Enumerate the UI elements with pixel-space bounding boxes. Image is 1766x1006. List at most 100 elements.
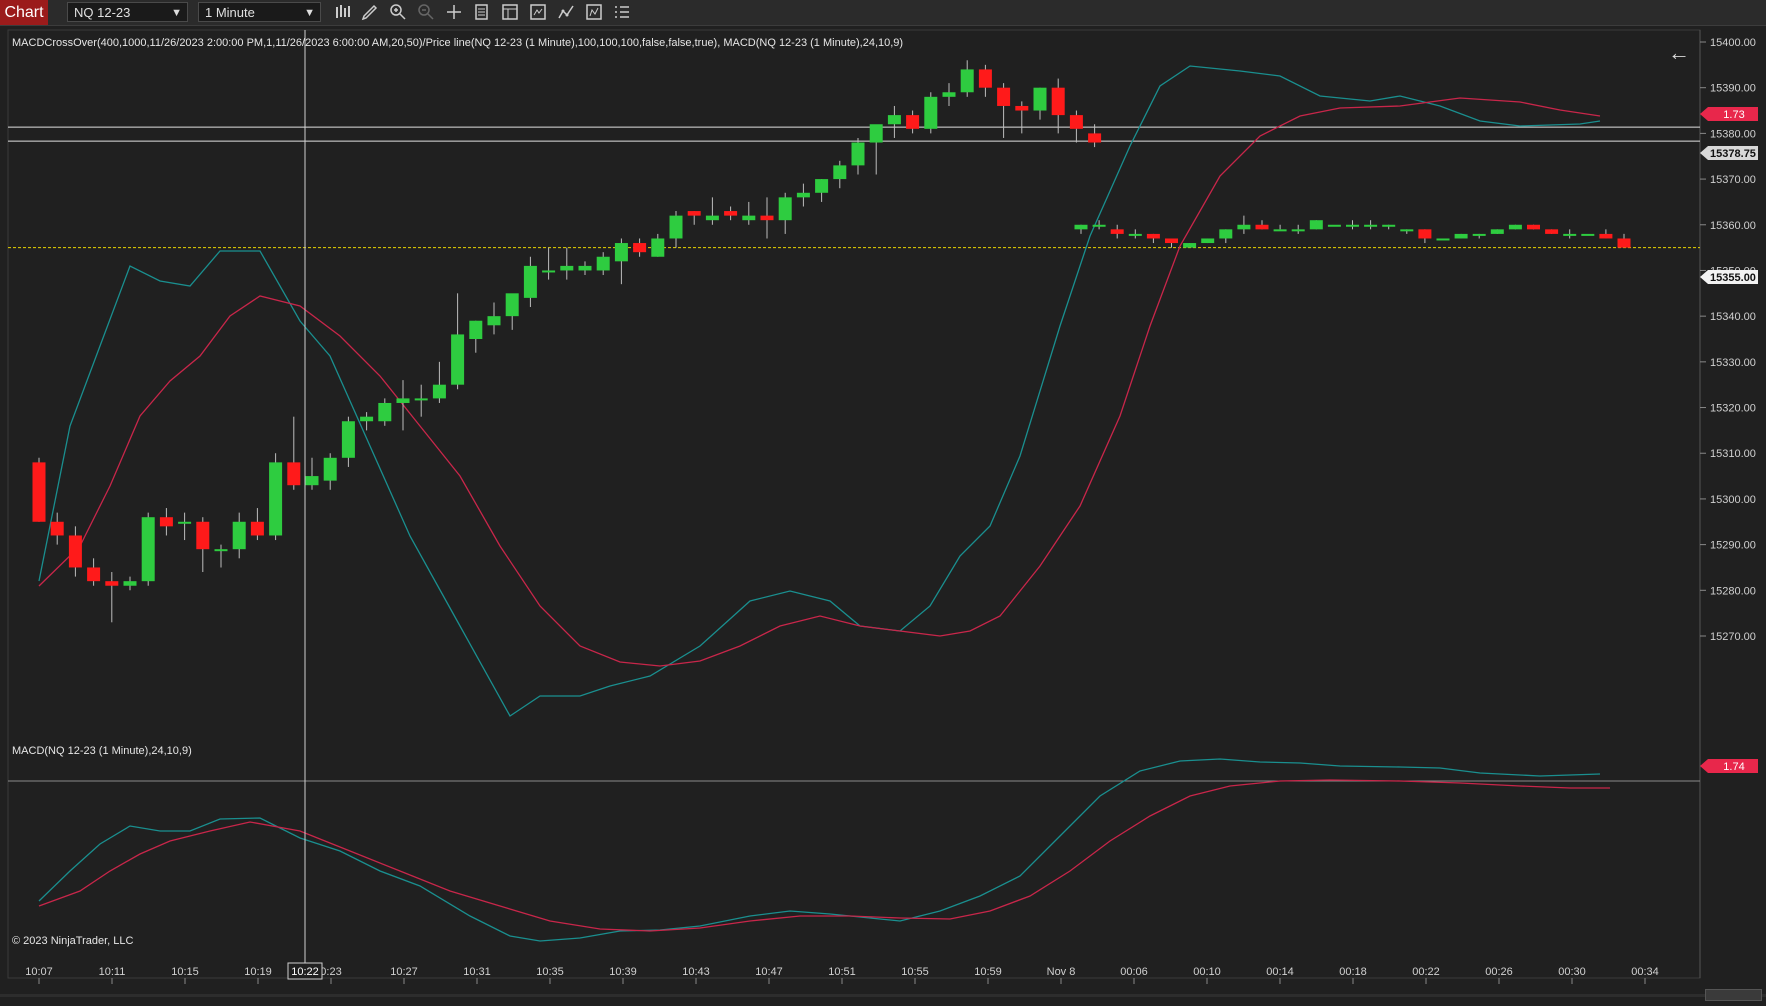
candle-body — [68, 535, 82, 568]
data-series-icon[interactable] — [472, 2, 492, 22]
candle-body — [1309, 220, 1323, 230]
chart-frame — [7, 29, 1701, 979]
candle-body — [1346, 224, 1359, 227]
more-icon[interactable] — [612, 2, 632, 22]
candle-body — [1527, 224, 1540, 230]
x-tick-label: 00:10 — [1193, 966, 1221, 978]
candle-body — [1237, 224, 1251, 230]
candle-body — [341, 421, 355, 458]
candle-body — [1382, 224, 1396, 227]
x-tick-label: 10:39 — [609, 966, 637, 978]
candle-body — [1051, 87, 1065, 116]
y-tick-label: 15320.00 — [1710, 403, 1756, 415]
scroll-right-icon[interactable] — [1756, 989, 1764, 999]
candle-body — [906, 115, 920, 129]
interval-selector[interactable]: 1 Minute ▼ — [198, 2, 321, 22]
chevron-down-icon: ▼ — [304, 7, 315, 19]
crosshair-icon[interactable] — [444, 2, 464, 22]
zoom-out-icon[interactable] — [416, 2, 436, 22]
candle-body — [1201, 238, 1215, 244]
scrollbar-track[interactable] — [0, 994, 1766, 997]
scroll-left-icon[interactable] — [0, 989, 8, 999]
candle-body — [1165, 238, 1178, 244]
x-tick-label: 10:11 — [99, 966, 126, 978]
x-tick-label: 10:07 — [25, 966, 53, 978]
scrollbar-thumb[interactable] — [1705, 989, 1762, 1001]
candle-body — [1617, 238, 1631, 248]
strategies-icon[interactable] — [556, 2, 576, 22]
copyright-text: © 2023 NinjaTrader, LLC — [12, 935, 133, 947]
candle-body — [396, 398, 410, 403]
macd-line-main — [38, 65, 1601, 717]
candle-body — [287, 462, 301, 486]
candle-body — [1183, 243, 1197, 248]
candle-body — [705, 215, 719, 221]
candle-body — [1418, 229, 1432, 239]
candle-body — [1454, 233, 1468, 239]
candle-body — [869, 124, 883, 143]
candle-body — [742, 215, 756, 221]
candle-body — [269, 462, 283, 536]
draw-pencil-icon[interactable] — [360, 2, 380, 22]
macd-value-badge: 1.73 — [1700, 107, 1758, 121]
candle-body — [960, 69, 974, 93]
bar-type-icon[interactable] — [333, 2, 353, 22]
candle-body — [1074, 224, 1088, 230]
candle-body — [942, 92, 956, 97]
candle-body — [1545, 229, 1559, 234]
candle-body — [1088, 133, 1102, 143]
y-tick-label: 15290.00 — [1710, 540, 1756, 552]
templates-icon[interactable] — [500, 2, 520, 22]
macd-line-sub — [38, 758, 1601, 942]
candle-body — [1327, 224, 1341, 227]
candle-body — [360, 416, 374, 422]
y-tick-label: 15270.00 — [1710, 631, 1756, 643]
candle-body — [997, 87, 1011, 106]
main-indicator-label: MACDCrossOver(400,1000,11/26/2023 2:00:0… — [12, 37, 903, 49]
horizontal-scrollbar[interactable] — [0, 985, 1766, 1006]
candle-body — [232, 521, 246, 550]
signal-line-sub — [38, 779, 1610, 932]
candle-body — [196, 521, 210, 550]
candle-body — [178, 521, 192, 524]
candle-body — [469, 320, 483, 339]
macd-panel-label: MACD(NQ 12-23 (1 Minute),24,10,9) — [12, 745, 192, 757]
properties-icon[interactable] — [528, 2, 548, 22]
candle-body — [560, 265, 574, 271]
zoom-in-icon[interactable] — [388, 2, 408, 22]
indicators-icon[interactable] — [584, 2, 604, 22]
candle-body — [1599, 233, 1613, 239]
candle-body — [1508, 224, 1522, 230]
candle-body — [778, 197, 792, 221]
x-tick-label: 10:55 — [901, 966, 929, 978]
candle-body — [487, 316, 501, 326]
candle-body — [1128, 233, 1142, 236]
candle-body — [651, 238, 665, 257]
candle-body — [1069, 115, 1083, 129]
instrument-selector[interactable]: NQ 12-23 ▼ — [67, 2, 188, 22]
macd-value-badge-text: 1.73 — [1723, 109, 1744, 121]
candle-body — [1291, 229, 1305, 232]
candle-body — [451, 334, 465, 385]
chart-canvas[interactable]: 15400.00 15390.00 15380.00 15370.00 15360.00… — [0, 26, 1766, 1000]
x-tick-label: 10:35 — [536, 966, 564, 978]
candle-body — [851, 142, 865, 166]
candle-body — [542, 270, 556, 273]
chart-plot-area[interactable]: 15400.00 15390.00 15380.00 15370.00 15360.00… — [0, 26, 1766, 1000]
x-tick-label: 10:27 — [390, 966, 418, 978]
candle-body — [123, 581, 137, 586]
candle-body — [633, 243, 647, 253]
candle-body — [760, 215, 774, 221]
x-tick-label: 00:14 — [1266, 966, 1294, 978]
macd-panel-badge: 1.74 — [1700, 759, 1758, 773]
candle-body — [833, 165, 847, 180]
chart-tab[interactable]: Chart — [0, 0, 48, 25]
x-tick-label: 10:59 — [974, 966, 1002, 978]
candle-body — [1472, 233, 1486, 236]
x-tick-label: 10:31 — [463, 966, 491, 978]
interval-value: 1 Minute — [205, 5, 255, 20]
back-arrow-icon[interactable]: ← — [1668, 40, 1690, 65]
candle-body — [141, 517, 155, 582]
y-tick-label: 15300.00 — [1710, 494, 1756, 506]
x-tick-label: 10:43 — [682, 966, 710, 978]
